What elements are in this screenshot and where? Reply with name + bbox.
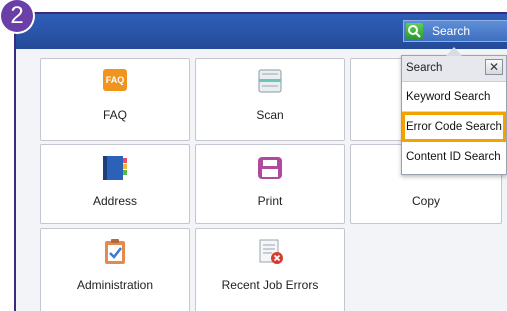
- popup-title: Search: [406, 62, 443, 74]
- scan-icon: [254, 69, 286, 93]
- clipboard-check-icon: [99, 239, 131, 264]
- tile-label: Scan: [256, 108, 284, 122]
- tile-label: Copy: [411, 194, 440, 208]
- menu-item-error-code-search[interactable]: Error Code Search: [402, 112, 506, 142]
- tile-address[interactable]: Address: [40, 144, 190, 224]
- tile-recent-job-errors[interactable]: Recent Job Errors: [195, 228, 345, 311]
- tile-label: Recent Job Errors: [221, 278, 319, 292]
- menu-item-label: Keyword Search: [406, 91, 491, 103]
- close-icon[interactable]: ✕: [485, 59, 503, 75]
- search-button[interactable]: Search: [403, 20, 507, 42]
- tile-scan[interactable]: Scan: [195, 58, 345, 141]
- popup-pointer: [446, 47, 462, 56]
- search-icon: [406, 23, 423, 39]
- tile-label: Print: [257, 194, 283, 208]
- search-popup: Search ✕ Keyword Search Error Code Searc…: [401, 47, 507, 175]
- search-button-label: Search: [432, 24, 471, 38]
- menu-item-keyword-search[interactable]: Keyword Search: [402, 82, 506, 112]
- faq-icon: FAQ: [99, 69, 131, 93]
- error-list-icon: [254, 239, 286, 264]
- tile-label: Administration: [76, 278, 154, 292]
- tile-label: Address: [92, 194, 138, 208]
- tile-print[interactable]: Print: [195, 144, 345, 224]
- address-book-icon: [99, 155, 131, 180]
- tile-administration[interactable]: Administration: [40, 228, 190, 311]
- popup-header: Search ✕: [402, 56, 506, 82]
- tile-label: FAQ: [102, 108, 127, 122]
- tile-faq[interactable]: FAQ FAQ: [40, 58, 190, 141]
- menu-item-content-id-search[interactable]: Content ID Search: [402, 142, 506, 172]
- menu-item-label: Content ID Search: [406, 151, 501, 163]
- menu-item-label: Error Code Search: [406, 121, 502, 133]
- printer-icon: [254, 155, 286, 179]
- step-number-badge: 2: [1, 0, 33, 32]
